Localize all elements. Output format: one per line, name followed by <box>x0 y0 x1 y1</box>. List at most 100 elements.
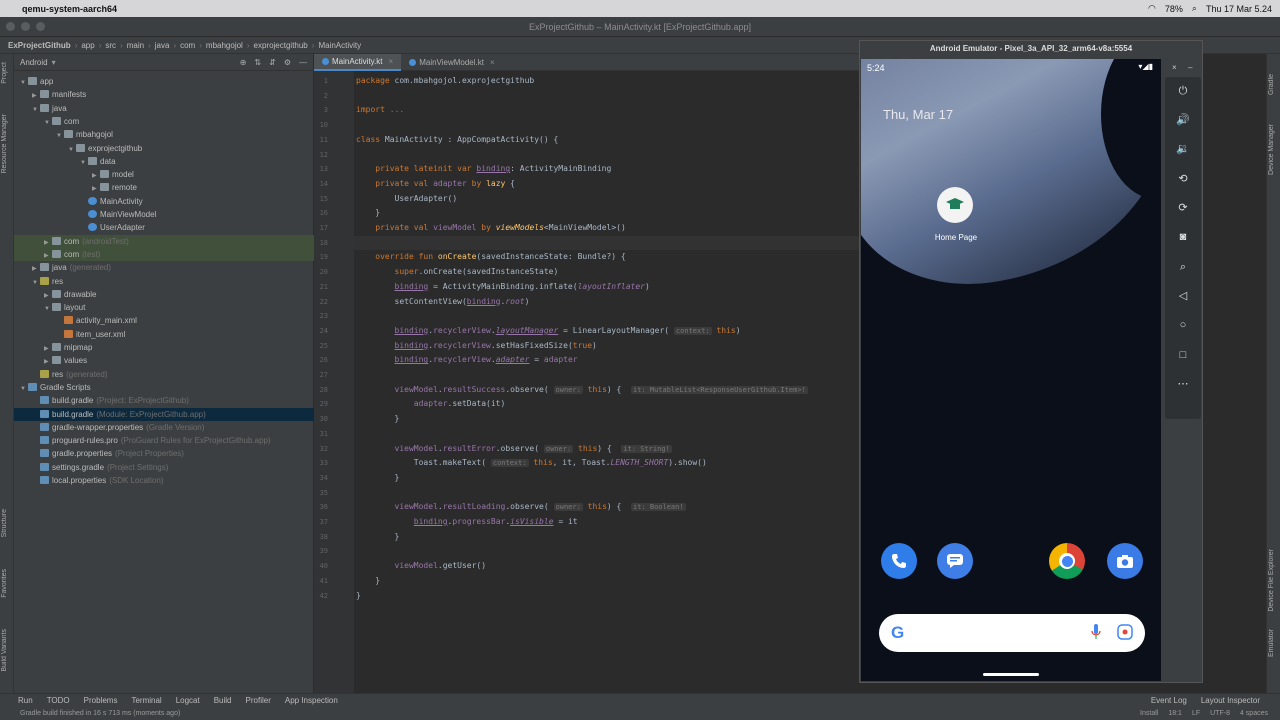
bottom-tool-layout-inspector[interactable]: Layout Inspector <box>1201 696 1260 705</box>
menubar-app-name[interactable]: qemu-system-aarch64 <box>22 4 117 14</box>
tool-tab-emulator[interactable]: Emulator <box>1268 629 1275 657</box>
locate-icon[interactable]: ⊕ <box>240 58 247 67</box>
tree-item[interactable]: ▶ mipmap <box>14 341 314 354</box>
more-icon[interactable]: ⋯ <box>1173 374 1193 394</box>
bottom-tool-event-log[interactable]: Event Log <box>1151 696 1187 705</box>
code-line[interactable]: } <box>356 208 380 217</box>
tree-item[interactable]: item_user.xml <box>14 328 314 341</box>
code-line[interactable]: binding = ActivityMainBinding.inflate(la… <box>356 282 650 291</box>
minimize-icon[interactable]: – <box>1188 63 1192 72</box>
project-view-selector[interactable]: Android <box>20 58 48 67</box>
bottom-tool-terminal[interactable]: Terminal <box>131 696 161 705</box>
close-tab-icon[interactable]: × <box>389 57 394 66</box>
code-line[interactable]: private lateinit var binding: ActivityMa… <box>356 164 611 173</box>
menubar-datetime[interactable]: Thu 17 Mar 5.24 <box>1206 4 1272 14</box>
tree-item[interactable]: build.gradle (Project: ExProjectGithub) <box>14 394 314 407</box>
tree-item[interactable]: settings.gradle (Project Settings) <box>14 461 314 474</box>
volume-down-icon[interactable]: 🔉 <box>1173 139 1193 159</box>
tree-item[interactable]: build.gradle (Module: ExProjectGithub.app… <box>14 407 314 421</box>
tree-item[interactable]: ▼ com <box>14 115 314 128</box>
tree-item[interactable]: ▼ java <box>14 102 314 115</box>
code-line[interactable]: binding.recyclerView.adapter = adapter <box>356 355 578 364</box>
hide-icon[interactable]: — <box>299 58 307 67</box>
code-line[interactable]: package com.mbahgojol.exprojectgithub <box>356 76 534 85</box>
camera-icon[interactable] <box>1107 543 1143 579</box>
code-line[interactable]: override fun onCreate(savedInstanceState… <box>356 252 625 261</box>
bottom-tool-run[interactable]: Run <box>18 696 33 705</box>
gear-icon[interactable]: ⚙ <box>284 58 291 67</box>
code-line[interactable]: setContentView(binding.root) <box>356 297 530 306</box>
mic-icon[interactable] <box>1091 624 1101 642</box>
chrome-icon[interactable] <box>1049 543 1085 579</box>
code-line[interactable]: viewModel.resultError.observe( owner: th… <box>356 444 672 453</box>
code-line[interactable]: private val viewModel by viewModels<Main… <box>356 223 626 232</box>
tree-item[interactable]: ▶ java (generated) <box>14 261 314 274</box>
editor-tab[interactable]: MainActivity.kt × <box>314 54 402 71</box>
tool-tab-device-manager[interactable]: Device Manager <box>1268 124 1275 175</box>
wifi-icon[interactable]: ◠ <box>1148 3 1156 14</box>
tree-item[interactable]: ▼ Gradle Scripts <box>14 381 314 394</box>
tree-item[interactable]: gradle.properties (Project Properties) <box>14 447 314 460</box>
code-line[interactable]: binding.progressBar.isVisible = it <box>356 517 578 526</box>
code-line[interactable]: binding.recyclerView.setHasFixedSize(tru… <box>356 341 597 350</box>
code-line[interactable]: } <box>356 473 400 482</box>
tool-tab-project[interactable]: Project <box>1 62 8 84</box>
breadcrumb-item[interactable]: src <box>105 41 116 50</box>
tree-item[interactable]: ▼ mbahgojol <box>14 128 314 141</box>
home-page-app-icon[interactable] <box>937 187 973 223</box>
code-line[interactable]: super.onCreate(savedInstanceState) <box>356 267 559 276</box>
tree-item[interactable]: ▶ drawable <box>14 288 314 301</box>
collapse-all-icon[interactable]: ⇵ <box>269 58 276 67</box>
indent-setting[interactable]: 4 spaces <box>1240 710 1268 717</box>
close-icon[interactable]: × <box>1172 63 1177 72</box>
tree-item[interactable]: proguard-rules.pro (ProGuard Rules for Ex… <box>14 434 314 447</box>
home-date[interactable]: Thu, Mar 17 <box>883 107 953 122</box>
tree-item[interactable]: ▶ com (test) <box>14 247 314 261</box>
device-screen[interactable]: 5:24 ▾◢▮ Thu, Mar 17 Home Page G <box>861 59 1161 681</box>
google-search-bar[interactable]: G <box>879 614 1145 652</box>
tree-item[interactable]: MainViewModel <box>14 208 314 221</box>
tree-item[interactable]: local.properties (SDK Location) <box>14 474 314 487</box>
bottom-tool-todo[interactable]: TODO <box>47 696 70 705</box>
breadcrumb-item[interactable]: app <box>81 41 94 50</box>
bottom-tool-app-inspection[interactable]: App Inspection <box>285 696 338 705</box>
code-line[interactable]: private val adapter by lazy { <box>356 179 515 188</box>
expand-all-icon[interactable]: ⇅ <box>254 58 261 67</box>
code-line[interactable]: UserAdapter() <box>356 194 458 203</box>
tool-tab-resource-manager[interactable]: Resource Manager <box>1 114 8 174</box>
tree-item[interactable]: ▼ res <box>14 275 314 288</box>
line-separator[interactable]: LF <box>1192 710 1200 717</box>
code-line[interactable]: } <box>356 532 400 541</box>
file-encoding[interactable]: UTF-8 <box>1210 710 1230 717</box>
rotate-left-icon[interactable]: ⟲ <box>1173 169 1193 189</box>
code-line[interactable]: viewModel.getUser() <box>356 561 487 570</box>
tool-tab-favorites[interactable]: Favorites <box>1 569 8 598</box>
phone-icon[interactable] <box>881 543 917 579</box>
code-line[interactable]: viewModel.resultLoading.observe( owner: … <box>356 502 686 512</box>
tree-item[interactable]: gradle-wrapper.properties (Gradle Version… <box>14 421 314 434</box>
code-line[interactable]: import ... <box>356 105 404 114</box>
lens-icon[interactable] <box>1117 624 1133 642</box>
bottom-tool-build[interactable]: Build <box>214 696 232 705</box>
bottom-tool-profiler[interactable]: Profiler <box>246 696 271 705</box>
tree-item[interactable]: ▼ data <box>14 155 314 168</box>
breadcrumb-item[interactable]: main <box>127 41 144 50</box>
code-line[interactable]: class MainActivity : AppCompatActivity()… <box>356 135 558 144</box>
volume-up-icon[interactable]: 🔊 <box>1173 110 1193 130</box>
cursor-position[interactable]: 18:1 <box>1168 710 1182 717</box>
code-line[interactable]: viewModel.resultSuccess.observe( owner: … <box>356 385 808 394</box>
tree-item[interactable]: ▼ layout <box>14 301 314 314</box>
tool-tab-gradle[interactable]: Gradle <box>1268 74 1275 95</box>
code-line[interactable]: Toast.makeText( context: this, it, Toast… <box>356 458 707 468</box>
rotate-right-icon[interactable]: ⟳ <box>1173 198 1193 218</box>
code-line[interactable]: adapter.setData(it) <box>356 399 506 408</box>
chevron-down-icon[interactable]: ▾ <box>52 58 56 67</box>
tree-item[interactable]: ▶ manifests <box>14 88 314 101</box>
status-message[interactable]: Gradle build finished in 16 s 713 ms (mo… <box>20 710 180 717</box>
bottom-tool-logcat[interactable]: Logcat <box>176 696 200 705</box>
tree-item[interactable]: res (generated) <box>14 368 314 381</box>
tree-item[interactable]: ▶ com (androidTest) <box>14 234 314 248</box>
tool-tab-structure[interactable]: Structure <box>1 509 8 537</box>
code-line[interactable]: binding.recyclerView.layoutManager = Lin… <box>356 326 741 335</box>
tree-item[interactable]: MainActivity <box>14 195 314 208</box>
